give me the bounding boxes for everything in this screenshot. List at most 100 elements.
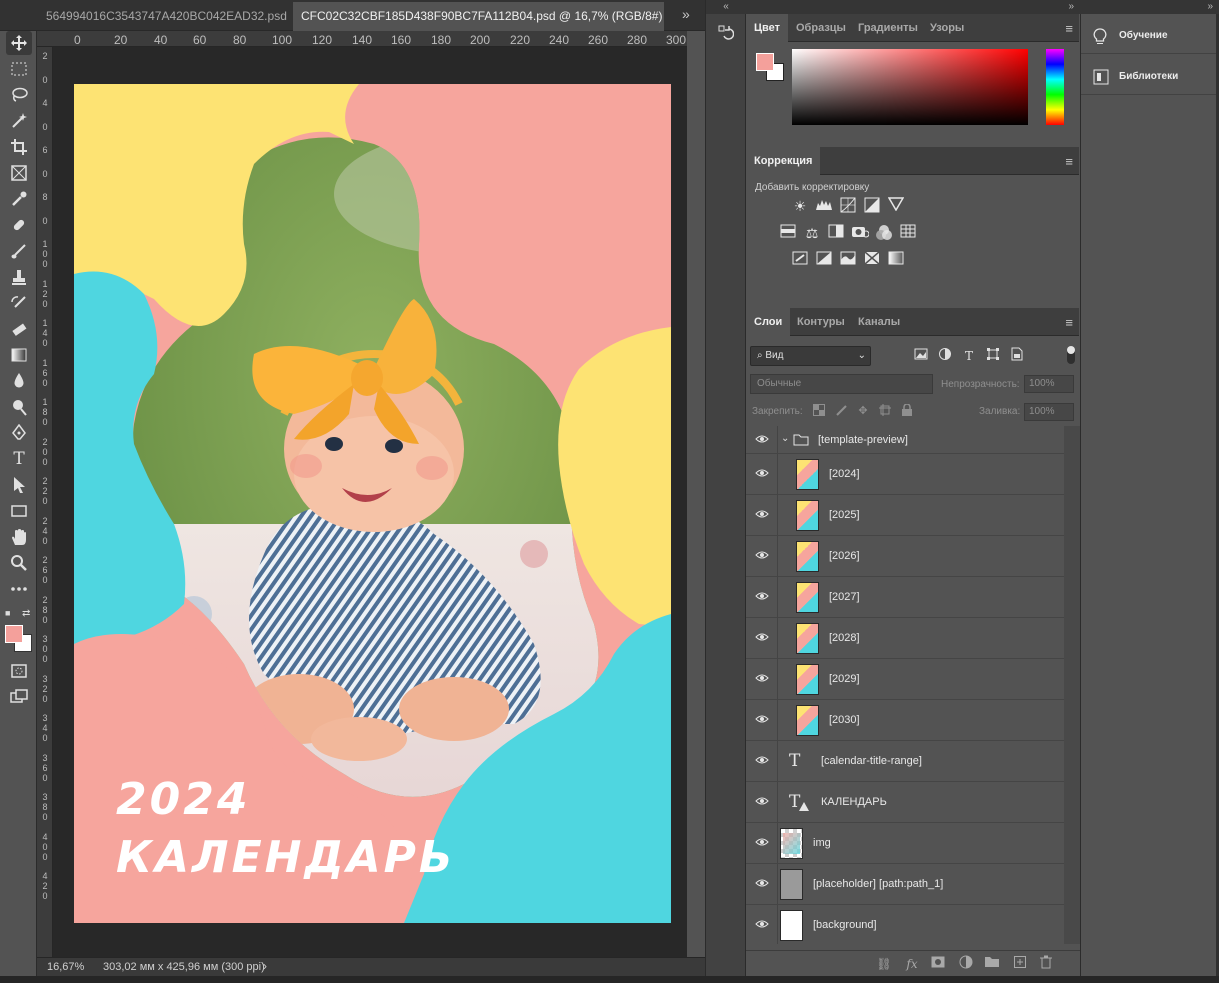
foreground-color-chip[interactable] [756, 53, 774, 71]
visibility-eye-icon[interactable] [754, 550, 770, 562]
layer-thumbnail[interactable] [796, 500, 819, 531]
visibility-eye-icon[interactable] [754, 714, 770, 726]
layer-thumbnail[interactable] [780, 910, 803, 941]
color-lookup-icon[interactable] [899, 224, 917, 242]
selective-color-icon[interactable] [863, 251, 881, 269]
type-tool-icon[interactable]: T [6, 447, 32, 471]
foreground-color-swatch[interactable] [5, 625, 23, 643]
new-group-icon[interactable] [983, 955, 1001, 973]
hue-saturation-icon[interactable] [779, 224, 797, 242]
layer-row[interactable]: [2027] [746, 577, 1064, 618]
default-colors-icon[interactable]: ■ [5, 608, 10, 618]
expand-dock-icon[interactable]: « [706, 0, 746, 14]
healing-brush-tool-icon[interactable] [6, 213, 32, 237]
panel-menu-icon[interactable]: ≡ [1065, 21, 1073, 36]
panels-collapse-bar[interactable]: » [745, 0, 1080, 14]
tab-layers[interactable]: Слои [746, 308, 791, 336]
clone-stamp-tool-icon[interactable] [6, 265, 32, 289]
layer-thumbnail[interactable] [796, 623, 819, 654]
visibility-eye-icon[interactable] [754, 509, 770, 521]
side-collapse-bar[interactable]: » [1080, 0, 1219, 14]
layer-thumbnail[interactable] [796, 459, 819, 490]
layers-scrollbar[interactable] [1064, 426, 1080, 944]
canvas-area[interactable]: 2024 КАЛЕНДАРЬ [53, 47, 687, 957]
screen-mode-icon[interactable] [6, 685, 32, 709]
pen-tool-icon[interactable] [6, 421, 32, 445]
layer-filter-select[interactable]: ⌕ Вид ⌄ [750, 346, 871, 366]
gradient-map-icon[interactable] [887, 251, 905, 269]
filter-adjustment-icon[interactable] [936, 347, 954, 365]
tab-gradients[interactable]: Градиенты [850, 14, 926, 42]
delete-layer-icon[interactable] [1037, 955, 1055, 973]
brightness-icon[interactable]: ☀ [791, 197, 809, 215]
visibility-eye-icon[interactable] [754, 673, 770, 685]
brush-tool-icon[interactable] [6, 239, 32, 263]
swap-colors-icon[interactable]: ⇄ [22, 608, 30, 619]
layer-row[interactable]: [background] [746, 905, 1064, 944]
hand-tool-icon[interactable] [6, 525, 32, 549]
add-mask-icon[interactable] [929, 955, 947, 973]
panel-menu-icon[interactable]: ≡ [1065, 315, 1073, 330]
quick-mask-icon[interactable] [6, 659, 32, 683]
tab-channels[interactable]: Каналы [850, 308, 908, 336]
threshold-icon[interactable] [839, 251, 857, 269]
collapse-side-icon[interactable]: » [1207, 1, 1213, 12]
tab-patterns[interactable]: Узоры [922, 14, 972, 42]
layer-row[interactable]: [2024] [746, 454, 1064, 495]
fx-icon[interactable]: fx [903, 955, 921, 973]
layer-row-group[interactable]: ⌄ [template-preview] [746, 426, 1064, 454]
filter-toggle-switch[interactable] [1067, 346, 1075, 364]
zoom-tool-icon[interactable] [6, 551, 32, 575]
hue-slider[interactable] [1046, 49, 1064, 125]
exposure-icon[interactable] [863, 197, 881, 215]
magic-wand-tool-icon[interactable] [6, 109, 32, 133]
gradient-tool-icon[interactable] [6, 343, 32, 367]
channel-mixer-icon[interactable] [875, 224, 893, 242]
visibility-eye-icon[interactable] [754, 468, 770, 480]
history-brush-tool-icon[interactable] [6, 291, 32, 315]
layer-thumbnail[interactable] [796, 582, 819, 613]
layer-thumbnail[interactable] [796, 664, 819, 695]
layer-list[interactable]: ⌄ [template-preview] [2024] [2025] [2026] [… [746, 426, 1064, 944]
libraries-button[interactable]: Библиотеки [1081, 59, 1217, 95]
lock-position-icon[interactable]: ✥ [856, 404, 870, 418]
lock-all-icon[interactable] [900, 403, 914, 418]
layer-row[interactable]: [2025] [746, 495, 1064, 536]
posterize-icon[interactable] [815, 251, 833, 269]
fill-input[interactable]: 100% [1024, 403, 1074, 421]
opacity-input[interactable]: 100% [1024, 375, 1074, 393]
color-picker-field[interactable] [792, 49, 1028, 125]
eyedropper-tool-icon[interactable] [6, 187, 32, 211]
lock-pixels-icon[interactable] [834, 404, 848, 418]
link-layers-icon[interactable]: ⛓ [875, 955, 893, 973]
layer-row[interactable]: [2030] [746, 700, 1064, 741]
layer-row[interactable]: img [746, 823, 1064, 864]
visibility-eye-icon[interactable] [754, 434, 770, 446]
blend-mode-select[interactable]: Обычные [750, 374, 933, 394]
filter-type-icon[interactable]: T [960, 347, 978, 365]
layer-thumbnail[interactable] [780, 869, 803, 900]
document-tab-inactive[interactable]: 564994016C3543747A420BC042EAD32.psd [38, 2, 288, 31]
layer-row[interactable]: [2026] [746, 536, 1064, 577]
vibrance-icon[interactable] [887, 197, 905, 215]
black-white-icon[interactable] [827, 224, 845, 242]
color-balance-icon[interactable]: ⚖ [803, 224, 821, 242]
lock-artboard-icon[interactable] [878, 404, 892, 418]
dodge-tool-icon[interactable] [6, 395, 32, 419]
blur-tool-icon[interactable] [6, 369, 32, 393]
document-canvas[interactable]: 2024 КАЛЕНДАРЬ [74, 84, 671, 923]
eraser-tool-icon[interactable] [6, 317, 32, 341]
more-tools-icon[interactable] [6, 577, 32, 601]
zoom-level-field[interactable]: 16,67% [41, 960, 91, 975]
tab-paths[interactable]: Контуры [789, 308, 853, 336]
history-panel-icon[interactable] [714, 24, 736, 46]
layer-row[interactable]: [2028] [746, 618, 1064, 659]
invert-icon[interactable] [791, 251, 809, 269]
layer-thumbnail[interactable] [796, 705, 819, 736]
visibility-eye-icon[interactable] [754, 632, 770, 644]
move-tool-icon[interactable] [6, 31, 32, 55]
tab-swatches[interactable]: Образцы [788, 14, 854, 42]
visibility-eye-icon[interactable] [754, 755, 770, 767]
frame-tool-icon[interactable] [6, 161, 32, 185]
chevron-down-icon[interactable]: ⌄ [781, 433, 789, 444]
